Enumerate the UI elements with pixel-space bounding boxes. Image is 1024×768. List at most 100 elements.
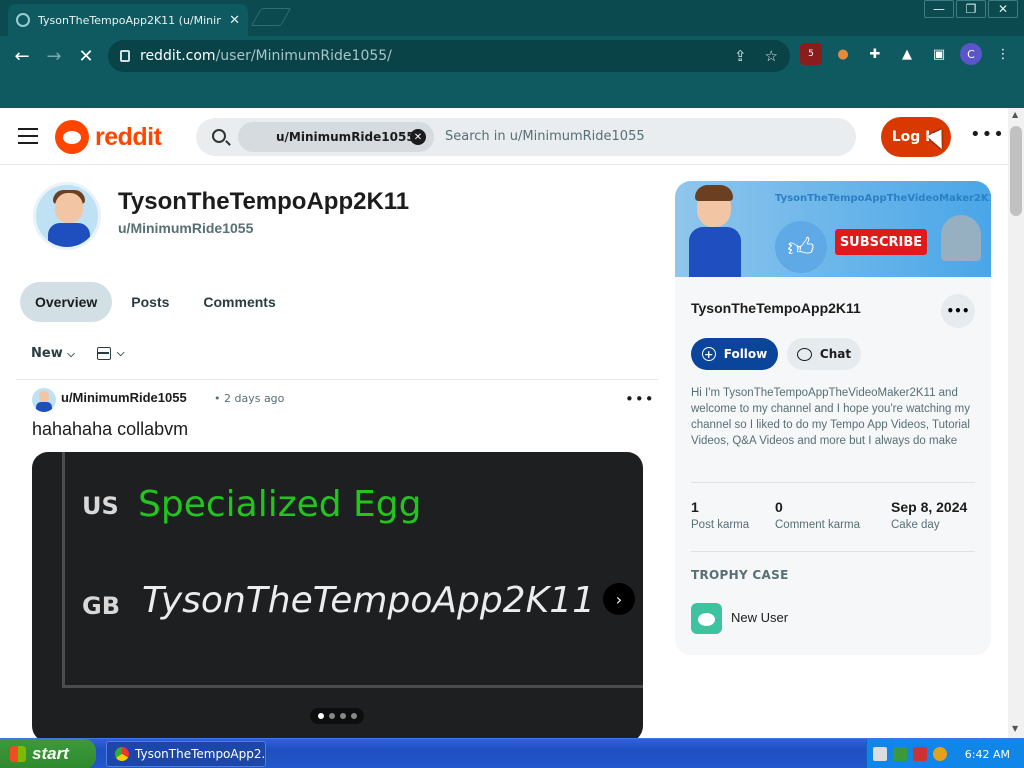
start-button[interactable]: start [0,739,96,768]
post-title[interactable]: hahahaha collabvm [32,419,188,440]
start-label: start [32,744,69,763]
search-icon [212,129,226,143]
maximize-button[interactable]: ❐ [956,0,986,18]
window-controls: — ❐ ✕ [924,0,1018,18]
sort-row: New ⌵ ⌵ [31,346,124,361]
ublock-extension-icon[interactable]: 5 [800,43,822,65]
new-user-trophy-icon [691,603,722,634]
post-image-gallery[interactable]: US Specialized Egg GB TysonTheTempoApp2K… [32,452,643,742]
search-input[interactable]: Search in u/MinimumRide1055 [445,129,645,144]
sidebar-more-icon[interactable]: ••• [941,294,975,328]
bell-icon [941,215,981,261]
profile-sidebar: TysonTheTempoAppTheVideoMaker2K11 👍︎ SUB… [675,181,991,655]
reddit-logo[interactable]: reddit [55,120,162,154]
scroll-down-icon[interactable]: ▼ [1012,724,1018,733]
taskbar-task-chrome[interactable]: TysonTheTempoApp2... [106,741,266,767]
stat-post-karma: 1 Post karma [691,499,749,531]
gallery-line1-value: Specialized Egg [138,484,422,525]
bookmark-star-icon[interactable]: ☆ [765,47,778,65]
extensions-area: 5 ● ✚ ▲ ▣ C ⋮ [800,43,1014,65]
forward-arrow-icon[interactable]: → [38,46,70,67]
back-arrow-icon[interactable]: ← [6,46,38,67]
stat-value: Sep 8, 2024 [891,499,968,515]
gallery-pagination [310,708,364,724]
sort-dropdown[interactable]: New ⌵ [31,346,75,361]
layout-dropdown[interactable]: ⌵ [96,347,125,360]
header-more-icon[interactable]: ••• [970,124,1005,145]
thumbs-up-icon: 👍︎ [775,221,827,273]
chat-label: Chat [819,347,852,361]
tab-comments[interactable]: Comments [188,282,290,322]
url-domain: reddit.com [140,48,216,64]
gallery-line2-code: GB [82,592,120,620]
gallery-line1-code: US [82,492,119,520]
gallery-dot[interactable] [339,713,346,719]
chevron-down-icon: ⌵ [116,348,125,359]
sidepanel-icon[interactable]: ▣ [928,43,950,65]
tab-posts[interactable]: Posts [116,282,184,322]
profile-username: u/MinimumRide1055 [118,220,254,236]
follow-button[interactable]: + Follow [691,338,778,370]
stat-label: Cake day [891,519,940,531]
clear-scope-icon[interactable]: ✕ [410,129,426,145]
sidebar-display-name: TysonTheTempoApp2K11 [691,300,861,316]
task-title: TysonTheTempoApp2... [135,747,266,761]
profile-bio: Hi I'm TysonTheTempoAppTheVideoMaker2K11… [691,387,970,447]
post-more-icon[interactable]: ••• [625,390,655,408]
gallery-dot[interactable] [317,713,324,719]
feed-divider [16,379,658,380]
new-tab-button[interactable] [250,8,292,26]
flask-icon[interactable]: ▲ [896,43,918,65]
stop-loading-icon[interactable]: ✕ [70,46,102,67]
banner-subscribe: SUBSCRIBE [835,229,927,255]
clock[interactable]: 6:42 AM [965,748,1010,761]
search-scope-label: u/MinimumRide1055 [276,130,415,144]
page-scrollbar[interactable]: ▲ ▼ [1008,108,1024,738]
stat-label: Comment karma [775,519,860,531]
system-tray: 6:42 AM [866,739,1024,768]
window-close-button[interactable]: ✕ [988,0,1018,18]
gallery-next-icon[interactable]: › [603,583,635,615]
follow-label: Follow [723,347,768,361]
search-bar[interactable]: u/MinimumRide1055 ✕ Search in u/MinimumR… [196,118,856,156]
snoo-icon [55,120,89,154]
app-n-icon[interactable] [913,747,927,761]
stat-comment-karma: 0 Comment karma [775,499,860,531]
chevron-down-icon: ⌵ [67,349,75,360]
gallery-line2-value: TysonTheTempoApp2K11 [142,580,596,621]
search-tray-icon[interactable] [933,747,947,761]
tab-favicon-icon [16,13,30,27]
tab-overview[interactable]: Overview [20,282,113,322]
layout-icon [96,347,111,360]
tab-title: TysonTheTempoApp2K11 (u/Minimum [38,13,221,27]
scroll-up-icon[interactable]: ▲ [1012,110,1018,119]
minimize-button[interactable]: — [924,0,954,18]
profile-tabs: Overview Posts Comments [20,282,291,322]
post-author-avatar[interactable] [32,388,56,412]
plus-icon: + [701,347,716,361]
post-author[interactable]: u/MinimumRide1055 [61,390,187,405]
browser-menu-icon[interactable]: ⋮ [992,43,1014,65]
gallery-dot[interactable] [328,713,335,719]
chrome-icon [115,747,129,761]
post-timestamp: • 2 days ago [214,392,285,405]
cookie-extension-icon[interactable]: ● [832,43,854,65]
scroll-thumb[interactable] [1010,126,1022,216]
reddit-wordmark: reddit [95,122,162,151]
hamburger-menu-icon[interactable] [18,128,38,144]
keyboard-icon[interactable] [873,747,887,761]
chat-button[interactable]: Chat [787,338,861,370]
chat-bubble-icon [796,347,812,361]
gallery-dot[interactable] [350,713,357,719]
search-scope-chip[interactable]: u/MinimumRide1055 ✕ [238,122,434,152]
address-bar[interactable]: reddit.com/user/MinimumRide1055/ ⇪ ☆ [108,40,790,72]
trophy-case-heading: TROPHY CASE [691,568,789,582]
profile-avatar[interactable]: C [960,43,982,65]
browser-tab[interactable]: TysonTheTempoApp2K11 (u/Minimum ✕ [8,4,248,36]
profile-display-name: TysonTheTempoApp2K11 [118,188,410,215]
network-icon[interactable] [893,747,907,761]
tab-close-icon[interactable]: ✕ [229,13,240,28]
reddit-header: reddit u/MinimumRide1055 ✕ Search in u/M… [0,108,1008,165]
share-icon[interactable]: ⇪ [734,47,747,65]
puzzle-extensions-icon[interactable]: ✚ [864,43,886,65]
